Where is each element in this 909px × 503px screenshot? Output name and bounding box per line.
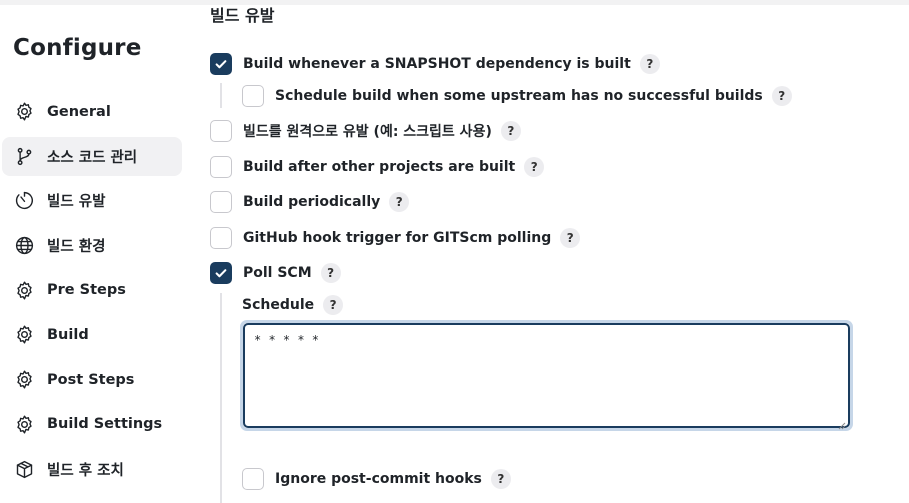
sidebar-item-pre-steps[interactable]: Pre Steps: [2, 271, 182, 310]
schedule-textarea[interactable]: * * * * *: [243, 323, 850, 428]
remote-trigger-checkbox[interactable]: [210, 120, 232, 142]
snapshot-dependency-checkbox[interactable]: [210, 53, 232, 75]
github-hook-label: GitHub hook trigger for GITScm polling: [243, 230, 552, 246]
help-icon[interactable]: ?: [323, 295, 344, 315]
sidebar-item-label: 소스 코드 관리: [47, 149, 138, 166]
sidebar-item-label: 빌드 환경: [47, 239, 106, 256]
gear-icon: [14, 369, 35, 390]
schedule-textarea-focus-ring: * * * * *: [240, 320, 853, 431]
help-icon[interactable]: ?: [320, 263, 341, 283]
sidebar-item-build-environment[interactable]: 빌드 환경: [2, 226, 182, 265]
help-icon[interactable]: ?: [500, 121, 521, 141]
help-icon[interactable]: ?: [560, 228, 581, 248]
schedule-label: Schedule: [242, 297, 315, 313]
sidebar-item-label: Build Settings: [47, 416, 163, 433]
option-build-periodically: Build periodically ?: [210, 190, 410, 214]
sidebar: Configure General 소스 코드 관리 빌드 유발 빌드 환경 P…: [0, 0, 195, 503]
sidebar-item-post-build-actions[interactable]: 빌드 후 조치: [2, 450, 182, 489]
ignore-post-commit-checkbox[interactable]: [242, 468, 264, 490]
sidebar-item-general[interactable]: General: [2, 92, 182, 131]
branch-icon: [14, 146, 35, 167]
help-icon[interactable]: ?: [490, 469, 511, 489]
sidebar-item-build[interactable]: Build: [2, 315, 182, 354]
sidebar-item-label: 빌드 유발: [47, 194, 106, 211]
ignore-post-commit-label: Ignore post-commit hooks: [275, 471, 482, 487]
help-icon[interactable]: ?: [389, 192, 410, 212]
nested-section-line: [220, 293, 222, 503]
build-periodically-label: Build periodically: [243, 194, 381, 210]
upstream-no-success-label: Schedule build when some upstream has no…: [275, 88, 763, 104]
option-ignore-post-commit: Ignore post-commit hooks ?: [242, 467, 511, 491]
sidebar-item-post-steps[interactable]: Post Steps: [2, 360, 182, 399]
option-github-hook: GitHub hook trigger for GITScm polling ?: [210, 226, 581, 250]
sidebar-item-label: Post Steps: [47, 371, 135, 388]
sidebar-item-label: General: [47, 103, 111, 120]
option-snapshot-dependency: Build whenever a SNAPSHOT dependency is …: [210, 52, 660, 76]
gear-icon: [14, 324, 35, 345]
sidebar-item-label: Pre Steps: [47, 282, 126, 299]
sidebar-item-label: 빌드 후 조치: [47, 462, 124, 479]
sidebar-nav: General 소스 코드 관리 빌드 유발 빌드 환경 Pre Steps B…: [2, 92, 182, 494]
help-icon[interactable]: ?: [771, 86, 792, 106]
main-content: 빌드 유발 Build whenever a SNAPSHOT dependen…: [195, 0, 909, 503]
check-icon: [215, 269, 227, 278]
sidebar-item-label: Build: [47, 326, 89, 343]
build-after-other-label: Build after other projects are built: [243, 159, 516, 175]
timer-icon: [14, 190, 35, 211]
help-icon[interactable]: ?: [524, 157, 545, 177]
build-after-other-checkbox[interactable]: [210, 156, 232, 178]
github-hook-checkbox[interactable]: [210, 227, 232, 249]
sidebar-title: Configure: [13, 35, 142, 61]
option-upstream-no-success: Schedule build when some upstream has no…: [242, 84, 792, 108]
snapshot-dependency-label: Build whenever a SNAPSHOT dependency is …: [243, 56, 631, 72]
check-icon: [215, 60, 227, 69]
gear-icon: [14, 414, 35, 435]
gear-icon: [14, 280, 35, 301]
globe-icon: [14, 235, 35, 256]
help-icon[interactable]: ?: [639, 54, 660, 74]
option-build-after-other: Build after other projects are built ?: [210, 155, 545, 179]
build-periodically-checkbox[interactable]: [210, 191, 232, 213]
poll-scm-label: Poll SCM: [243, 265, 312, 281]
option-remote-trigger: 빌드를 원격으로 유발 (예: 스크립트 사용) ?: [210, 119, 521, 143]
option-poll-scm: Poll SCM ?: [210, 261, 341, 285]
package-icon: [14, 459, 35, 480]
remote-trigger-label: 빌드를 원격으로 유발 (예: 스크립트 사용): [243, 124, 492, 140]
sidebar-item-scm[interactable]: 소스 코드 관리: [2, 136, 182, 176]
gear-icon: [14, 101, 35, 122]
poll-scm-checkbox[interactable]: [210, 262, 232, 284]
sidebar-item-build-settings[interactable]: Build Settings: [2, 405, 182, 444]
schedule-field-label: Schedule ?: [242, 293, 344, 317]
nested-option-line: [220, 83, 222, 108]
resize-grip-icon[interactable]: [837, 415, 846, 430]
upstream-no-success-checkbox[interactable]: [242, 85, 264, 107]
sidebar-item-build-triggers[interactable]: 빌드 유발: [2, 181, 182, 220]
section-title: 빌드 유발: [210, 6, 275, 25]
